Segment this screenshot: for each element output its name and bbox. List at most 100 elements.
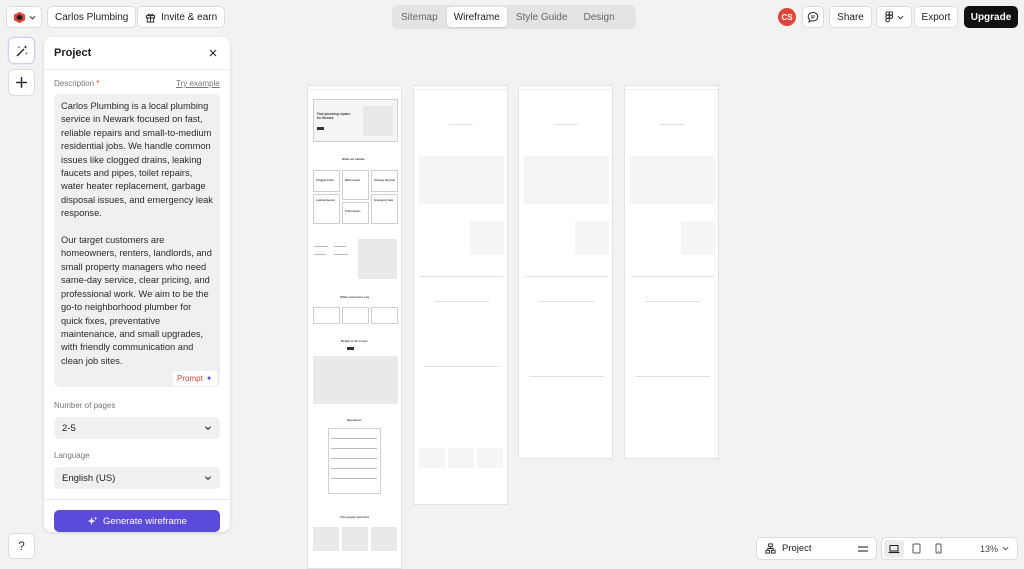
wf-text-line bbox=[631, 276, 714, 277]
wf-team-photo bbox=[371, 527, 397, 551]
panel-divider bbox=[44, 499, 230, 500]
wf-text-line bbox=[420, 276, 503, 277]
chevron-down-icon bbox=[29, 15, 35, 20]
chat-bubble-icon bbox=[807, 11, 819, 23]
wf-text-line bbox=[539, 301, 594, 302]
generate-label: Generate wireframe bbox=[103, 515, 187, 527]
tab-wireframe[interactable]: Wireframe bbox=[446, 7, 507, 27]
figma-export-button[interactable] bbox=[876, 6, 912, 28]
wf-review-card bbox=[371, 307, 398, 324]
figma-icon bbox=[884, 11, 893, 23]
wf-service-name: Leaking faucets bbox=[316, 199, 335, 202]
wf-image-block bbox=[524, 156, 609, 204]
wf-service-name: Water heater bbox=[345, 179, 361, 182]
wf-nav bbox=[308, 86, 401, 90]
chevron-down-icon bbox=[1002, 546, 1009, 551]
wf-image-block bbox=[419, 156, 504, 204]
wireframe-page-home[interactable]: Fast plumbing repairs for Newark What we… bbox=[307, 85, 402, 569]
mobile-view-button[interactable] bbox=[928, 540, 948, 558]
wf-text-line bbox=[529, 376, 604, 377]
wf-image-block bbox=[477, 448, 503, 468]
wf-faq-row bbox=[331, 458, 377, 459]
view-tabs: Sitemap Wireframe Style Guide Design bbox=[392, 5, 636, 29]
tab-sitemap[interactable]: Sitemap bbox=[394, 7, 445, 27]
prompt-label: Prompt bbox=[177, 374, 203, 383]
wf-text-line bbox=[525, 276, 608, 277]
wf-about-image bbox=[358, 239, 397, 279]
wf-image-block bbox=[681, 221, 715, 255]
laptop-icon bbox=[888, 544, 900, 553]
phone-icon bbox=[935, 543, 941, 554]
wf-hero-image bbox=[363, 106, 393, 136]
wf-hero-title: Fast plumbing repairs for Newark bbox=[317, 112, 351, 120]
zoom-select[interactable]: 13% bbox=[980, 544, 1015, 554]
wf-service-name: Clogged drains bbox=[316, 179, 335, 182]
wf-team-photo bbox=[342, 527, 368, 551]
wf-text-line bbox=[554, 124, 578, 125]
generate-wireframe-button[interactable]: Generate wireframe bbox=[54, 510, 220, 532]
wf-service-name: Garbage disposal bbox=[374, 179, 395, 182]
tab-design[interactable]: Design bbox=[577, 7, 622, 27]
description-label-text: Description bbox=[54, 79, 95, 88]
tab-style-guide[interactable]: Style Guide bbox=[509, 7, 575, 27]
wf-image-block bbox=[448, 448, 474, 468]
magic-wand-icon bbox=[16, 44, 28, 56]
wf-cta-title: Ready to fix it now bbox=[341, 339, 368, 343]
wf-nav bbox=[414, 86, 507, 90]
wf-service-card bbox=[342, 202, 369, 224]
try-example-link[interactable]: Try example bbox=[176, 79, 220, 88]
description-textarea[interactable]: Carlos Plumbing is a local plumbing serv… bbox=[54, 94, 220, 387]
project-switcher[interactable]: Project bbox=[756, 537, 877, 560]
wireframe-page-4[interactable] bbox=[624, 85, 719, 459]
wf-service-card bbox=[342, 170, 369, 200]
wf-faq-row bbox=[331, 438, 377, 439]
sparkles-icon bbox=[87, 515, 98, 525]
wf-faq-row bbox=[331, 478, 377, 479]
add-button[interactable] bbox=[8, 69, 35, 96]
tablet-view-button[interactable] bbox=[906, 540, 926, 558]
description-label: Description * bbox=[54, 79, 99, 88]
language-select[interactable]: English (US) bbox=[54, 467, 220, 489]
invite-button[interactable]: Invite & earn bbox=[137, 6, 226, 28]
wf-text-line bbox=[645, 301, 700, 302]
project-label: Project bbox=[782, 543, 812, 554]
wf-image-block bbox=[630, 156, 715, 204]
ai-wand-button[interactable] bbox=[8, 37, 35, 64]
wf-team-photo bbox=[313, 527, 339, 551]
wf-team-title: The people behind it bbox=[340, 515, 370, 519]
wf-image-block bbox=[470, 221, 504, 255]
wf-review-card bbox=[313, 307, 340, 324]
sparkle-icon: ✦ bbox=[205, 374, 213, 383]
project-name: Carlos Plumbing bbox=[55, 11, 129, 23]
share-button[interactable]: Share bbox=[829, 6, 872, 28]
wf-nav bbox=[519, 86, 612, 90]
wireframe-page-3[interactable] bbox=[518, 85, 613, 459]
wf-faq-row bbox=[331, 468, 377, 469]
desktop-view-button[interactable] bbox=[884, 539, 904, 558]
avatar[interactable]: CS bbox=[778, 8, 796, 26]
comments-button[interactable] bbox=[802, 6, 824, 28]
close-icon[interactable] bbox=[207, 47, 219, 59]
pages-select[interactable]: 2-5 bbox=[54, 417, 220, 439]
prompt-button[interactable]: Prompt ✦ bbox=[173, 371, 217, 386]
language-value: English (US) bbox=[62, 472, 116, 484]
wf-text-line bbox=[635, 376, 710, 377]
upgrade-button[interactable]: Upgrade bbox=[964, 6, 1018, 28]
help-button[interactable]: ? bbox=[8, 533, 35, 559]
pages-value: 2-5 bbox=[62, 422, 76, 434]
app-menu-button[interactable] bbox=[6, 6, 42, 28]
question-icon: ? bbox=[18, 539, 25, 553]
wf-review-card bbox=[342, 307, 369, 324]
wf-cta-button bbox=[347, 347, 354, 350]
zoom-value: 13% bbox=[979, 543, 998, 554]
wf-text-line bbox=[424, 366, 499, 367]
export-button[interactable]: Export bbox=[914, 6, 958, 28]
wf-nav bbox=[625, 86, 718, 90]
wf-text-line bbox=[449, 124, 473, 125]
panel-title: Project bbox=[54, 47, 92, 59]
project-name-button[interactable]: Carlos Plumbing bbox=[47, 6, 137, 28]
app-logo-icon bbox=[13, 11, 25, 23]
menu-lines-icon[interactable] bbox=[858, 545, 868, 553]
invite-label: Invite & earn bbox=[161, 11, 218, 23]
wireframe-page-2[interactable] bbox=[413, 85, 508, 505]
